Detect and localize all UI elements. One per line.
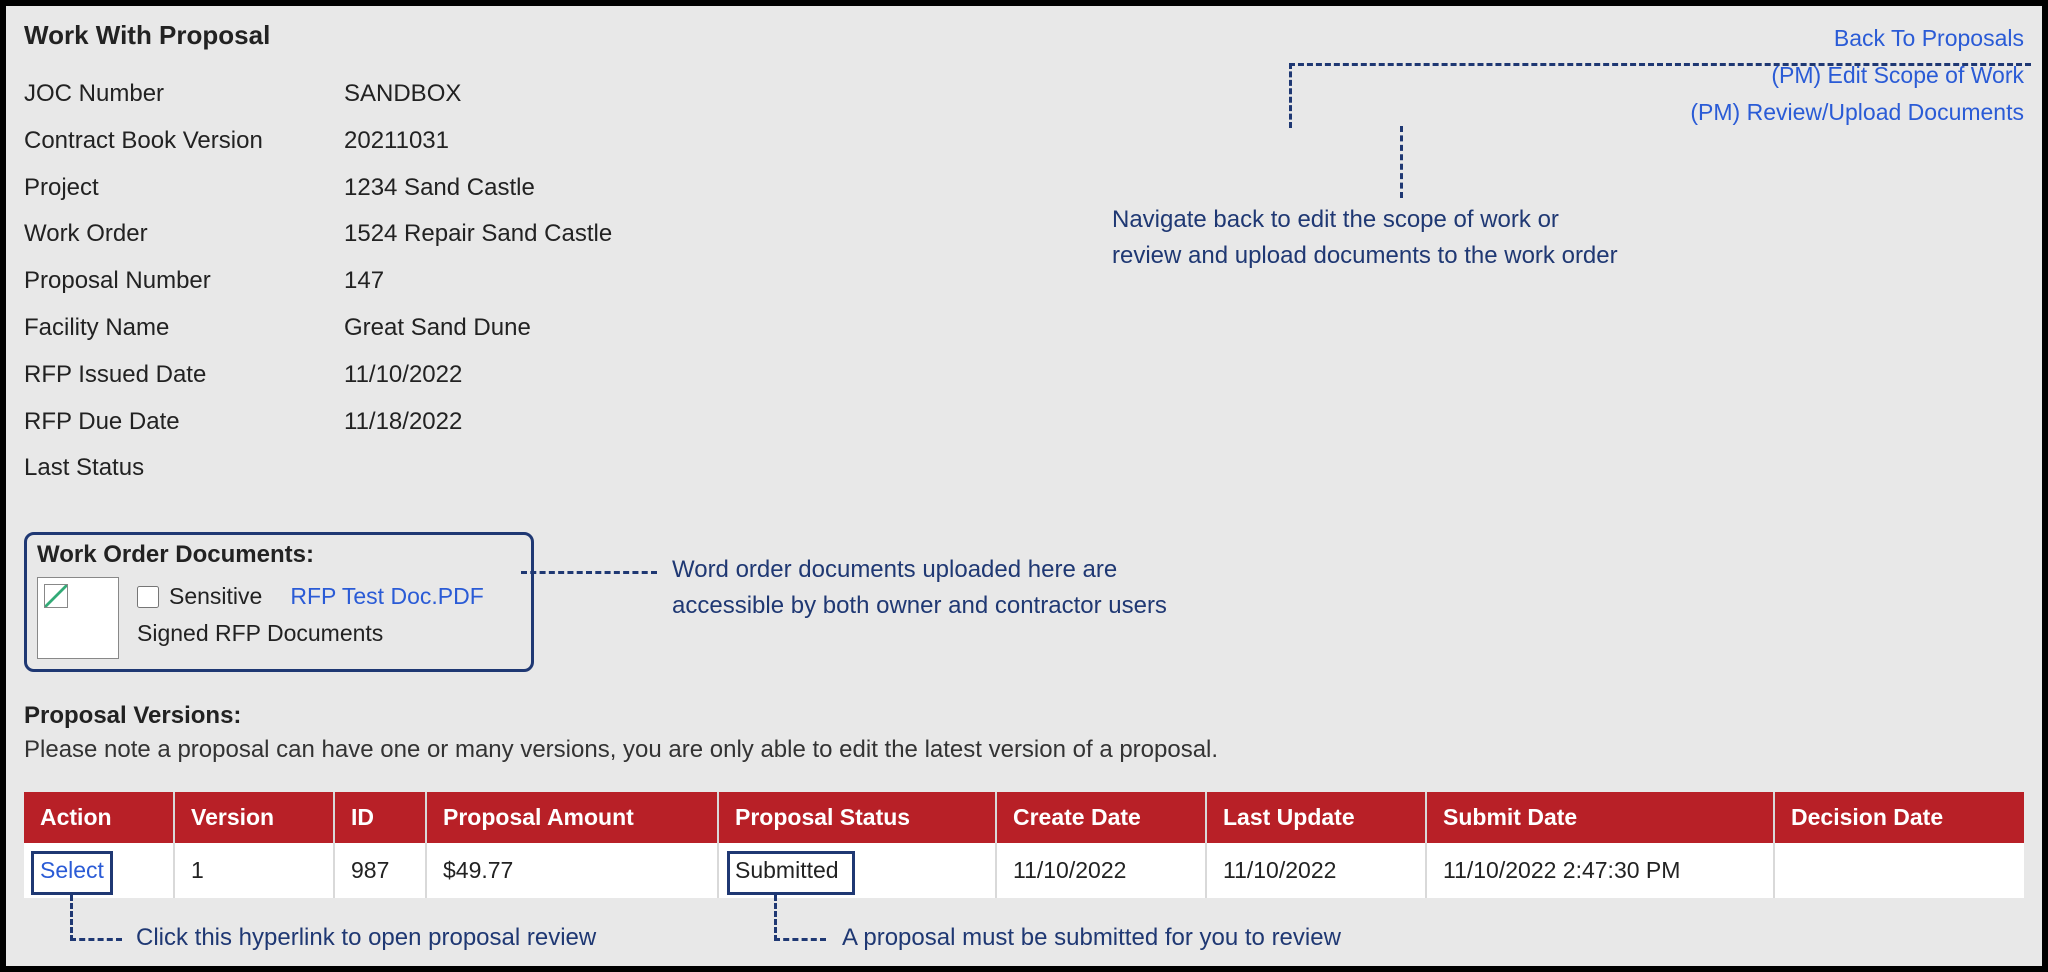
col-action: Action	[24, 792, 174, 843]
proposal-info-grid: JOC Number SANDBOX Contract Book Version…	[24, 77, 2024, 486]
proposal-number-label: Proposal Number	[24, 264, 344, 299]
last-status-label: Last Status	[24, 451, 344, 486]
rfp-issued-label: RFP Issued Date	[24, 358, 344, 393]
proposal-versions-note: Please note a proposal can have one or m…	[24, 736, 2024, 764]
cell-decision-date	[1774, 843, 2024, 898]
cell-status: Submitted	[718, 843, 996, 898]
proposal-versions-table: Action Version ID Proposal Amount Propos…	[24, 792, 2024, 898]
annotation-connector	[774, 895, 777, 941]
annotation-connector	[70, 938, 122, 941]
col-amount: Proposal Amount	[426, 792, 718, 843]
table-header-row: Action Version ID Proposal Amount Propos…	[24, 792, 2024, 843]
col-status: Proposal Status	[718, 792, 996, 843]
select-link[interactable]: Select	[40, 857, 104, 883]
annotation-connector	[774, 938, 826, 941]
cell-version: 1	[174, 843, 334, 898]
joc-number-label: JOC Number	[24, 77, 344, 112]
contract-book-label: Contract Book Version	[24, 124, 344, 159]
cell-last-update: 11/10/2022	[1206, 843, 1426, 898]
annotation-connector	[70, 895, 73, 941]
col-create: Create Date	[996, 792, 1206, 843]
annotation-connector	[521, 571, 657, 574]
cell-create: 11/10/2022	[996, 843, 1206, 898]
review-upload-link[interactable]: (PM) Review/Upload Documents	[1690, 94, 2024, 131]
facility-name-value: Great Sand Dune	[344, 311, 2024, 346]
col-id: ID	[334, 792, 426, 843]
back-to-proposals-link[interactable]: Back To Proposals	[1690, 20, 2024, 57]
annotation-text-select: Click this hyperlink to open proposal re…	[136, 924, 596, 952]
nav-links: Back To Proposals (PM) Edit Scope of Wor…	[1690, 20, 2024, 130]
annotation-text-docs: Word order documents uploaded here are a…	[672, 552, 1167, 624]
facility-name-label: Facility Name	[24, 311, 344, 346]
rfp-due-label: RFP Due Date	[24, 405, 344, 440]
col-decision: Decision Date	[1774, 792, 2024, 843]
proposal-versions-title: Proposal Versions:	[24, 702, 2024, 730]
project-value: 1234 Sand Castle	[344, 171, 2024, 206]
table-row: Select 1 987 $49.77 Submitted 11/10/2022…	[24, 843, 2024, 898]
work-order-label: Work Order	[24, 217, 344, 252]
cell-amount: $49.77	[426, 843, 718, 898]
document-type-label: Signed RFP Documents	[137, 620, 484, 647]
annotation-text-nav: Navigate back to edit the scope of work …	[1112, 202, 1618, 274]
document-thumbnail-icon[interactable]	[37, 577, 119, 659]
edit-scope-link[interactable]: (PM) Edit Scope of Work	[1690, 57, 2024, 94]
work-order-documents-section: Work Order Documents: Sensitive RFP Test…	[24, 532, 534, 672]
work-order-documents-title: Work Order Documents:	[37, 541, 521, 569]
col-version: Version	[174, 792, 334, 843]
project-label: Project	[24, 171, 344, 206]
sensitive-label: Sensitive	[169, 583, 262, 610]
col-lastu: Last Update	[1206, 792, 1426, 843]
last-status-value	[344, 451, 2024, 486]
document-link[interactable]: RFP Test Doc.PDF	[290, 583, 483, 610]
annotation-text-submitted: A proposal must be submitted for you to …	[842, 924, 1341, 952]
cell-submit-date: 11/10/2022 2:47:30 PM	[1426, 843, 1774, 898]
sensitive-checkbox[interactable]	[137, 586, 159, 608]
col-submit: Submit Date	[1426, 792, 1774, 843]
cell-id: 987	[334, 843, 426, 898]
rfp-issued-value: 11/10/2022	[344, 358, 2024, 393]
rfp-due-value: 11/18/2022	[344, 405, 2024, 440]
